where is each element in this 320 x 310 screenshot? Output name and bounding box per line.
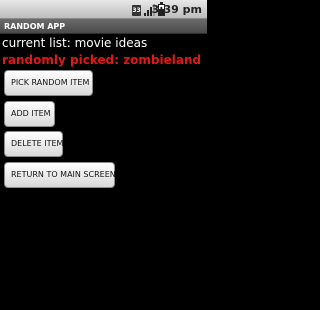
status-bar: 33 3:39 pm — [0, 0, 207, 19]
randomly-picked-label: randomly picked: zombieland — [2, 53, 202, 67]
delete-item-button[interactable]: DELETE ITEM — [4, 131, 63, 157]
add-item-button[interactable]: ADD ITEM — [4, 101, 55, 127]
app-title: RANDOM APP — [4, 22, 66, 31]
pick-random-item-button[interactable]: PICK RANDOM ITEM — [4, 70, 93, 96]
current-list-label: current list: movie ideas — [2, 36, 148, 50]
return-to-main-screen-button[interactable]: RETURN TO MAIN SCREEN — [4, 162, 116, 188]
notification-33-icon: 33 — [132, 5, 141, 16]
app-title-bar: RANDOM APP — [0, 19, 207, 34]
status-clock: 3:39 pm — [151, 3, 202, 16]
